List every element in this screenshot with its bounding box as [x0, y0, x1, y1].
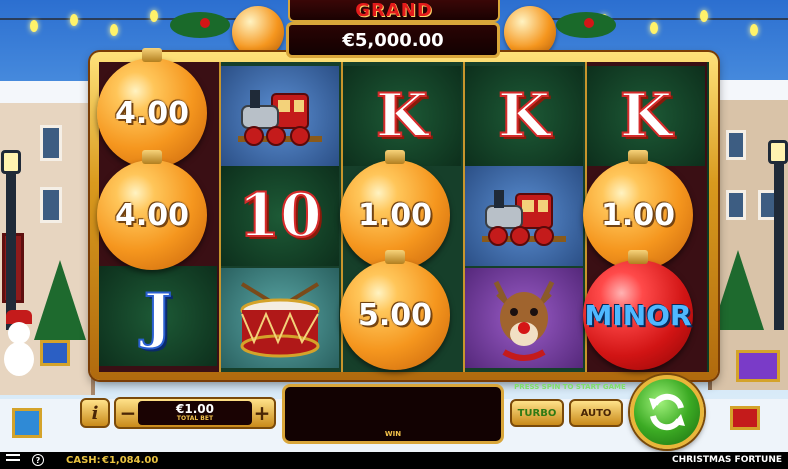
spin-arrows-icon	[649, 393, 685, 431]
symbol-ten-label: 10	[237, 180, 322, 252]
berry-icon	[584, 18, 594, 28]
street-lamp-right	[774, 160, 784, 330]
ornament-value: 1.00	[600, 197, 676, 233]
symbol-train	[465, 166, 583, 266]
win-label: WIN	[384, 430, 402, 438]
autoplay-label: AUTO	[580, 407, 612, 419]
jackpot-value: €5,000.00	[342, 29, 444, 51]
ornament-decoration-left	[232, 6, 284, 58]
lamp-icon	[1, 150, 21, 174]
symbol-j-label: J	[143, 280, 173, 352]
symbol-k-label: K	[497, 80, 551, 152]
christmas-tree-icon	[34, 260, 86, 340]
total-bet-value: €1.00	[176, 402, 214, 416]
game-title: CHRISTMAS FORTUNE	[671, 455, 782, 465]
bet-display: €1.00 TOTAL BET	[138, 401, 252, 425]
game-screen: J 10 K K K 4.00 4.00 1.00 5.00 1.00 MINO…	[0, 0, 788, 469]
ornament-value: 4.00	[114, 95, 190, 131]
berry-icon	[200, 18, 210, 28]
gift-icon	[40, 340, 70, 366]
light-bulb-icon	[30, 20, 38, 32]
light-bulb-icon	[700, 10, 708, 22]
train-icon	[238, 90, 322, 146]
light-bulb-icon	[150, 10, 158, 22]
christmas-tree-icon	[712, 250, 764, 330]
symbol-k: K	[465, 66, 583, 166]
gift-icon	[730, 406, 760, 430]
light-bulb-icon	[70, 14, 78, 26]
bet-control: − €1.00 TOTAL BET +	[114, 397, 276, 429]
symbol-ten: 10	[221, 166, 339, 266]
turbo-button[interactable]: TURBO	[510, 399, 564, 427]
minor-jackpot-label: MINOR	[584, 298, 692, 332]
reindeer-icon	[493, 280, 555, 361]
grand-jackpot-box: €5,000.00	[286, 22, 500, 58]
cash-ornament: 5.00	[340, 250, 450, 370]
ornament-value: 1.00	[357, 197, 433, 233]
spin-prompt-message: PRESS SPIN TO START GAME	[514, 383, 626, 391]
menu-icon[interactable]	[6, 454, 20, 466]
symbol-drum	[221, 268, 339, 368]
symbol-reindeer	[465, 268, 583, 368]
help-icon[interactable]: ?	[32, 454, 44, 466]
cash-label: CASH:	[66, 455, 101, 466]
turbo-label: TURBO	[517, 407, 557, 419]
win-display: WIN	[282, 384, 504, 444]
symbol-train	[221, 66, 339, 166]
light-bulb-icon	[650, 22, 658, 34]
minor-jackpot-ornament: MINOR	[583, 250, 693, 370]
light-bulb-icon	[750, 24, 758, 36]
light-bulb-icon	[110, 24, 118, 36]
snowman-icon	[0, 310, 34, 384]
info-icon: i	[91, 402, 99, 424]
lamp-icon	[768, 140, 788, 164]
symbol-k-label: K	[619, 80, 673, 152]
drum-icon	[240, 282, 320, 358]
cash-value: €1,084.00	[102, 455, 159, 466]
gift-icon	[12, 408, 42, 438]
autoplay-button[interactable]: AUTO	[569, 399, 623, 427]
bet-increase-button[interactable]: +	[252, 401, 272, 425]
info-button[interactable]: i	[80, 398, 110, 428]
status-bar: ? CASH: €1,084.00 CHRISTMAS FORTUNE	[0, 452, 788, 469]
jackpot-title: GRAND	[355, 0, 433, 21]
symbol-k-label: K	[375, 80, 429, 152]
ornament-decoration-right	[504, 6, 556, 58]
train-icon	[482, 190, 566, 246]
symbol-j: J	[99, 266, 217, 366]
total-bet-label: TOTAL BET	[176, 415, 214, 422]
bet-decrease-button[interactable]: −	[118, 401, 138, 425]
ornament-value: 5.00	[357, 297, 433, 333]
ornament-value: 4.00	[114, 197, 190, 233]
gift-icon	[736, 350, 780, 382]
cash-ornament: 4.00	[97, 150, 207, 270]
spin-button[interactable]	[630, 375, 704, 449]
street-lamp-left	[6, 170, 16, 330]
grand-jackpot-header: GRAND	[288, 0, 500, 22]
